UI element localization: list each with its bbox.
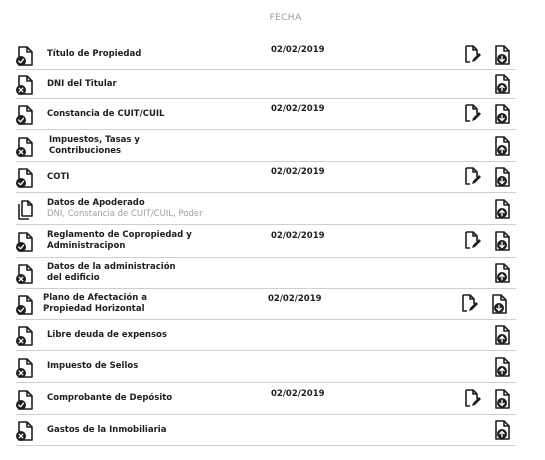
- edit-document-icon[interactable]: [464, 104, 482, 123]
- upload-document-icon[interactable]: [493, 74, 511, 94]
- document-name: Impuesto de Sellos: [47, 361, 139, 371]
- document-name: Reglamento de Copropiedad y Administracip…: [47, 230, 192, 251]
- edit-document-icon[interactable]: [464, 231, 482, 250]
- document-row: COTI 02/02/2019: [16, 162, 516, 193]
- upload-document-icon[interactable]: [493, 135, 511, 156]
- document-row: Datos de la administración del edificio: [16, 258, 516, 289]
- document-row: Impuesto de Sellos: [16, 351, 516, 383]
- document-check-icon: [16, 105, 34, 125]
- edit-document-icon[interactable]: [461, 294, 479, 313]
- document-date: 02/02/2019: [271, 44, 325, 55]
- date-column-header: FECHA: [0, 13, 545, 23]
- document-cross-icon: [16, 136, 34, 157]
- document-row: Impuestos, Tasas y Contribuciones: [16, 130, 516, 162]
- document-name: COTI: [47, 171, 70, 182]
- document-row: Constancia de CUIT/CUIL 02/02/2019: [16, 99, 516, 130]
- edit-document-icon[interactable]: [464, 167, 482, 186]
- document-name: Datos de la administración del edificio: [47, 262, 176, 283]
- document-row: Gastos de la Inmobiliaria: [16, 415, 516, 446]
- document-cross-icon: [16, 326, 34, 346]
- document-cross-icon: [16, 264, 34, 284]
- download-document-icon[interactable]: [493, 44, 511, 65]
- document-name: Plano de Afectación a Propiedad Horizonta…: [43, 293, 147, 314]
- document-subtitle: DNI, Constancia de CUIT/CUIL, Poder: [47, 208, 203, 219]
- document-check-icon: [16, 232, 34, 252]
- upload-document-icon[interactable]: [493, 198, 511, 219]
- document-cross-icon: [16, 357, 34, 378]
- upload-document-icon[interactable]: [493, 325, 511, 345]
- upload-document-icon[interactable]: [493, 356, 511, 377]
- document-date: 02/02/2019: [271, 167, 325, 177]
- download-document-icon[interactable]: [490, 294, 508, 314]
- document-row: Libre deuda de expensos: [16, 320, 516, 351]
- document-name: Gastos de la Inmobiliaria: [47, 424, 167, 435]
- document-row: Comprobante de Depósito 02/02/2019: [16, 383, 516, 415]
- download-document-icon[interactable]: [493, 388, 511, 409]
- document-row: DNI del Titular: [16, 70, 516, 99]
- edit-document-icon[interactable]: [464, 44, 482, 64]
- document-date: 02/02/2019: [271, 231, 325, 241]
- date-column-label: FECHA: [269, 13, 302, 23]
- document-row: Título de Propiedad 02/02/2019: [16, 40, 516, 70]
- document-check-icon: [16, 389, 34, 410]
- document-date: 02/02/2019: [268, 294, 322, 304]
- document-name: Título de Propiedad: [47, 49, 142, 59]
- document-name: Impuestos, Tasas y Contribuciones: [49, 134, 140, 156]
- download-document-icon[interactable]: [493, 167, 511, 187]
- document-check-icon: [16, 295, 34, 315]
- document-check-icon: [16, 45, 34, 66]
- edit-document-icon[interactable]: [464, 388, 482, 408]
- documents-stack-icon: [16, 199, 34, 220]
- document-name: Constancia de CUIT/CUIL: [47, 108, 165, 119]
- document-name: Datos de Apoderado DNI, Constancia de CUI…: [47, 197, 203, 219]
- document-name: DNI del Titular: [47, 78, 117, 89]
- document-row: Plano de Afectación a Propiedad Horizonta…: [16, 289, 516, 320]
- download-document-icon[interactable]: [493, 104, 511, 124]
- document-cross-icon: [16, 421, 34, 441]
- document-date: 02/02/2019: [271, 388, 325, 399]
- document-name: Libre deuda de expensos: [47, 329, 167, 340]
- document-row: Reglamento de Copropiedad y Administracip…: [16, 225, 516, 258]
- download-document-icon[interactable]: [493, 231, 511, 251]
- document-date: 02/02/2019: [271, 104, 325, 114]
- document-cross-icon: [16, 75, 34, 95]
- document-row: Datos de Apoderado DNI, Constancia de CUI…: [16, 193, 516, 225]
- upload-document-icon[interactable]: [493, 263, 511, 283]
- upload-document-icon[interactable]: [493, 420, 511, 440]
- document-check-icon: [16, 168, 34, 188]
- document-name: Comprobante de Depósito: [47, 393, 173, 403]
